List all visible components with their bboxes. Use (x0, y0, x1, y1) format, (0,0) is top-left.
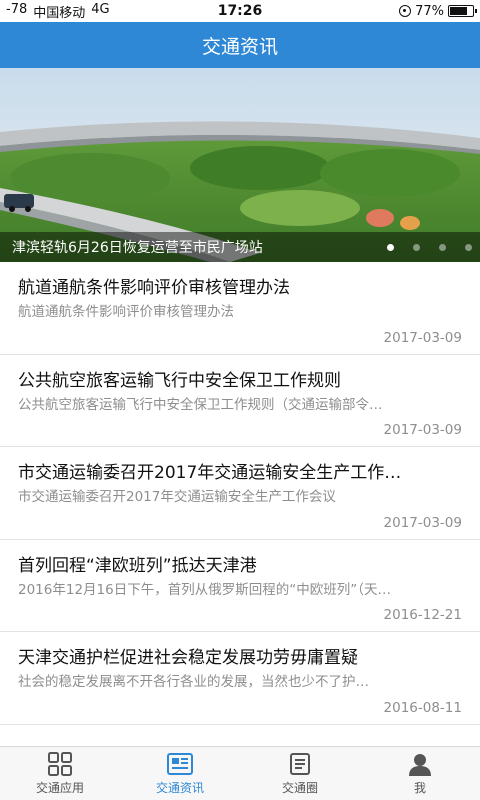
tab-label: 交通圈 (281, 780, 318, 795)
carousel-dot[interactable] (465, 244, 472, 251)
carousel-dot[interactable] (413, 244, 420, 251)
news-date: 2016-08-11 (383, 699, 462, 716)
battery-icon (448, 5, 477, 17)
news-list: 航道通航条件影响评价审核管理办法 航道通航条件影响评价审核管理办法 2017-0… (0, 262, 480, 746)
news-item[interactable]: 市交通运输委召开2017年交通运输安全生产工作… 市交通运输委召开2017年交通… (0, 447, 480, 540)
tab-circle[interactable]: 交通圈 (240, 747, 360, 800)
news-item[interactable]: 天津交通护栏促进社会稳定发展功劳毋庸置疑 社会的稳定发展离不开各行各业的发展，当… (0, 632, 480, 725)
news-date: 2017-03-09 (383, 514, 462, 531)
news-item[interactable]: 航道通航条件影响评价审核管理办法 航道通航条件影响评价审核管理办法 2017-0… (0, 262, 480, 355)
news-item[interactable]: 公共航空旅客运输飞行中安全保卫工作规则 公共航空旅客运输飞行中安全保卫工作规则（… (0, 355, 480, 447)
tab-label: 交通应用 (35, 780, 84, 795)
news-item[interactable]: 首列回程“津欧班列”抵达天津港 2016年12月16日下午，首列从俄罗斯回程的“… (0, 540, 480, 632)
bottom-tab-bar: 交通应用 交通资讯 交通圈 我 (0, 746, 480, 800)
news-date: 2017-03-09 (383, 422, 462, 438)
grid-icon (48, 751, 72, 776)
title-bar: 交通资讯 (0, 22, 480, 68)
rotation-lock-icon (399, 5, 412, 17)
carrier-name: 中国移动 (33, 5, 86, 21)
news-summary: 市交通运输委召开2017年交通运输安全生产工作会议 (18, 489, 336, 505)
person-icon (409, 753, 431, 776)
page-title: 交通资讯 (201, 35, 278, 58)
news-title: 首列回程“津欧班列”抵达天津港 (18, 555, 257, 576)
circle-icon (290, 752, 310, 775)
banner-carousel[interactable]: 津滨轻轨6月26日恢复运营至市民广场站 (0, 68, 480, 262)
news-title: 天津交通护栏促进社会稳定发展功劳毋庸置疑 (18, 648, 358, 668)
signal-strength: -78 (6, 1, 28, 17)
news-icon (167, 752, 193, 775)
network-type: 4G (91, 1, 110, 17)
news-title: 公共航空旅客运输飞行中安全保卫工作规则 (18, 370, 341, 391)
news-title: 市交通运输委召开2017年交通运输安全生产工作… (18, 463, 402, 483)
news-date: 2016-12-21 (383, 607, 462, 623)
news-summary: 2016年12月16日下午，首列从俄罗斯回程的“中欧班列”（天… (18, 581, 391, 598)
battery-percent: 77% (415, 3, 444, 19)
tab-apps[interactable]: 交通应用 (0, 747, 120, 800)
news-date: 2017-03-09 (383, 329, 462, 346)
carousel-indicator (387, 244, 472, 251)
news-title: 航道通航条件影响评价审核管理办法 (18, 278, 290, 298)
news-summary: 航道通航条件影响评价审核管理办法 (18, 304, 234, 320)
news-summary: 社会的稳定发展离不开各行各业的发展，当然也少不了护… (18, 674, 369, 690)
tab-label: 我 (413, 780, 426, 795)
tab-label: 交通资讯 (155, 780, 204, 795)
carousel-dot[interactable] (387, 244, 394, 251)
tab-news[interactable]: 交通资讯 (120, 747, 240, 800)
status-bar: -78 中国移动 4G 17:26 77% (0, 0, 480, 22)
tab-me[interactable]: 我 (360, 747, 480, 800)
news-summary: 公共航空旅客运输飞行中安全保卫工作规则（交通运输部令… (18, 396, 383, 413)
carousel-dot[interactable] (439, 244, 446, 251)
